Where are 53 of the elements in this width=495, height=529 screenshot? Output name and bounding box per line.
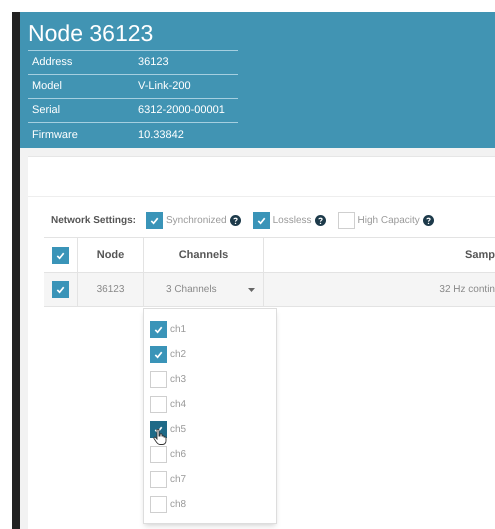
channel-label: ch1 (170, 323, 186, 337)
property-label: Firmware (32, 128, 79, 143)
column-header: Node (78, 238, 144, 272)
column-header: Samp (465, 248, 495, 263)
channel-checkbox[interactable] (150, 396, 167, 413)
channel-checkbox[interactable] (150, 471, 167, 488)
row-checkbox[interactable] (52, 281, 69, 298)
channel-checkbox[interactable] (150, 446, 167, 463)
channel-option[interactable]: ch7 (150, 471, 276, 488)
property-label: Model (32, 79, 63, 94)
node-title: Node 36123 (28, 18, 238, 51)
channel-label: ch2 (170, 348, 186, 362)
property-label: Serial (32, 103, 62, 118)
caret-icon (248, 288, 255, 292)
setting-label: High Capacity (358, 214, 420, 228)
check-icon (153, 324, 164, 335)
help-icon[interactable] (230, 214, 241, 226)
setting-label: Synchronized (166, 214, 227, 228)
select-all-checkbox[interactable] (52, 246, 69, 264)
property-value: V-Link-200 (138, 79, 191, 94)
channel-option[interactable]: ch6 (150, 446, 276, 463)
channel-checkbox[interactable] (150, 321, 167, 338)
table-cell-text: 32 Hz contin (439, 283, 495, 297)
channel-option[interactable]: ch4 (150, 396, 276, 413)
channel-label: ch3 (170, 373, 186, 387)
property-value: 36123 (138, 55, 169, 70)
table-cell: 36123 (78, 273, 144, 306)
channel-label: ch8 (170, 498, 186, 512)
channel-label: ch5 (170, 423, 186, 437)
setting-checkbox[interactable] (146, 212, 164, 228)
help-icon[interactable] (422, 214, 434, 226)
setting-checkbox[interactable] (252, 212, 270, 228)
check-icon (55, 284, 66, 295)
network-settings-label: Network Settings: (51, 214, 136, 228)
channel-option[interactable]: ch8 (150, 496, 276, 513)
column-header: Channels (144, 238, 264, 272)
property-value: 10.33842 (138, 128, 184, 143)
help-icon[interactable] (314, 214, 326, 226)
channel-option[interactable]: ch3 (150, 371, 276, 388)
property-label: Address (32, 55, 74, 70)
property-value: 6312-2000-00001 (138, 103, 225, 118)
check-icon (153, 349, 164, 360)
channel-checkbox[interactable] (150, 496, 167, 513)
channel-checkbox[interactable] (150, 346, 167, 363)
channel-option[interactable]: ch2 (150, 346, 276, 363)
setting-label: Lossless (272, 214, 312, 228)
setting-checkbox[interactable] (338, 212, 355, 228)
channel-checkbox[interactable] (150, 371, 167, 388)
channels-dropdown[interactable]: 3 Channels (144, 273, 264, 306)
channel-label: ch7 (170, 473, 186, 487)
channel-option[interactable]: ch1 (150, 321, 276, 338)
channel-label: ch6 (170, 448, 186, 462)
channel-label: ch4 (170, 398, 186, 412)
